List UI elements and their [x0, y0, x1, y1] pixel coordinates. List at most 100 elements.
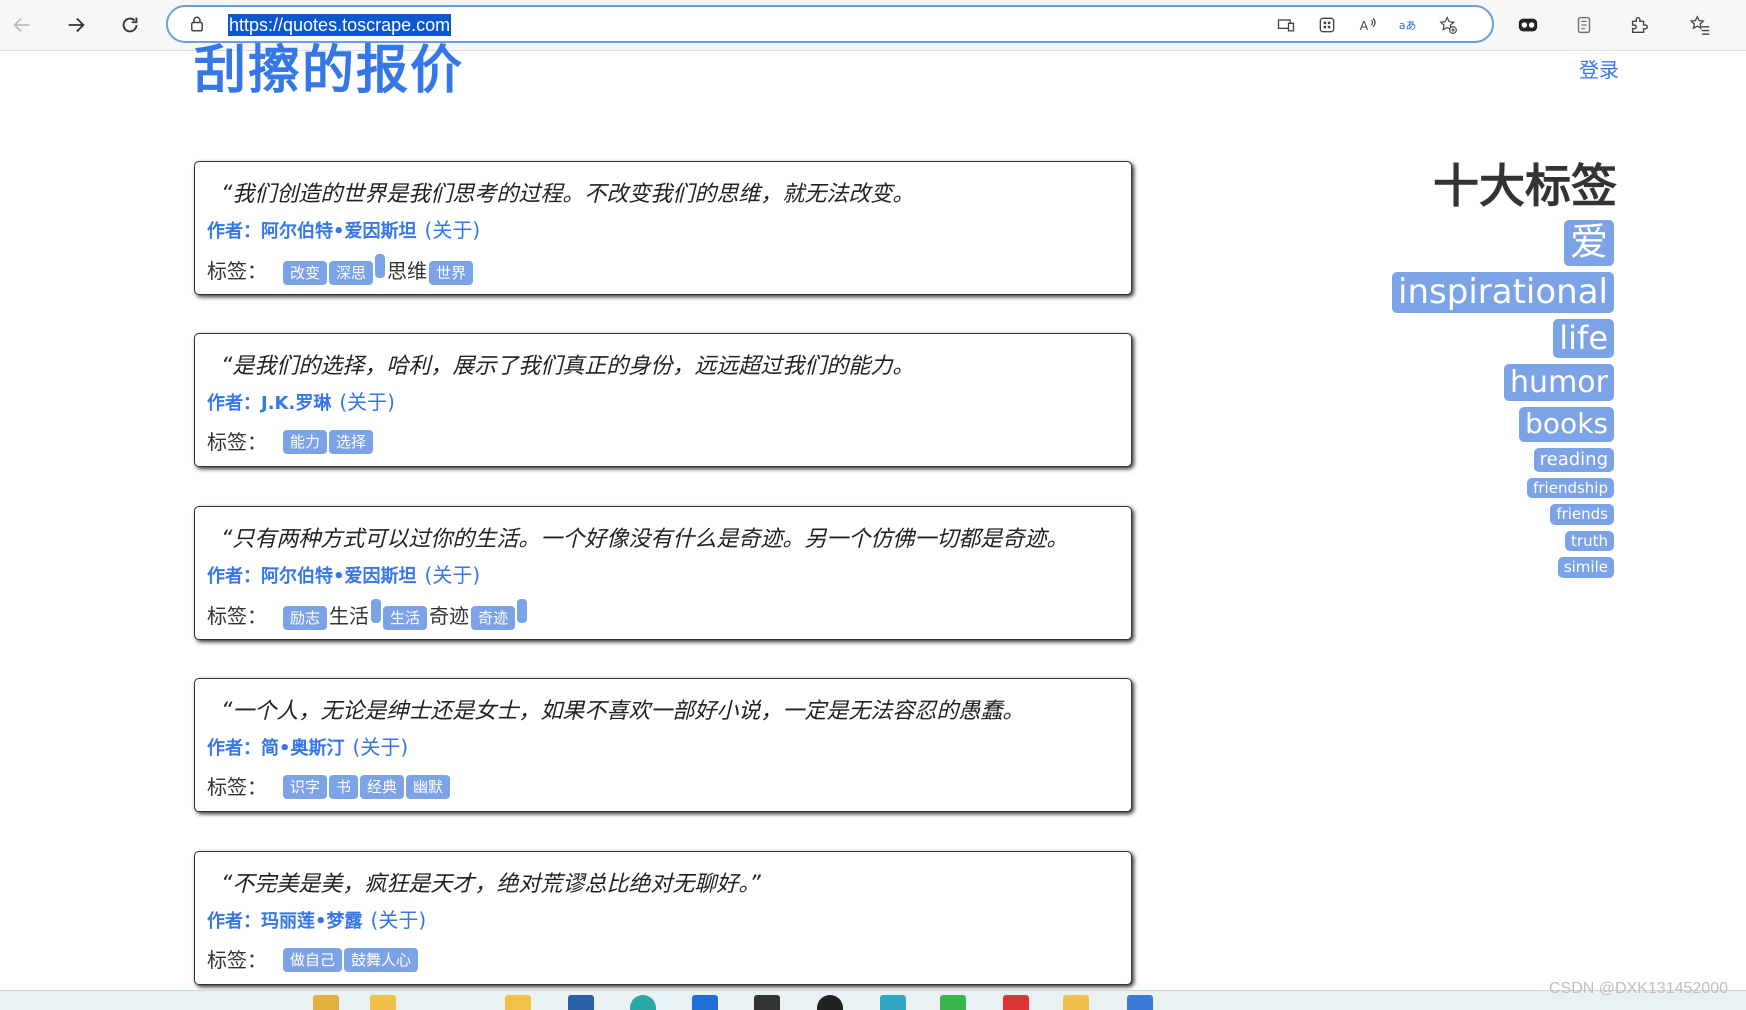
tags-line: 标签： 改变 深思 思维 世界	[207, 254, 475, 285]
top-tag-link[interactable]: friendship	[1527, 477, 1614, 499]
tag-text: 思维	[387, 259, 428, 283]
author-prefix: 作者：	[207, 221, 261, 242]
top-tag-row: truth	[1314, 530, 1614, 558]
collections-icon[interactable]	[1570, 11, 1598, 39]
tag-chip[interactable]: 生活	[383, 606, 428, 630]
top-tag-link[interactable]: truth	[1565, 530, 1614, 552]
refresh-button[interactable]	[112, 7, 148, 43]
top-tag-row: 爱	[1314, 220, 1614, 272]
extension-mask-icon[interactable]	[1514, 11, 1542, 39]
github-icon[interactable]	[817, 995, 843, 1010]
tags-list: 改变 深思 思维 世界	[283, 254, 475, 285]
author-prefix: 作者：	[207, 566, 261, 587]
tag-chip[interactable]: 深思	[329, 261, 374, 285]
tag-chip[interactable]: 书	[329, 774, 359, 799]
quote-text: “我们创造的世界是我们思考的过程。不改变我们的思维，就无法改变。	[221, 182, 915, 207]
login-link[interactable]: 登录	[1579, 54, 1619, 83]
favorites-icon[interactable]	[1686, 11, 1714, 39]
top-tag-row: life	[1314, 319, 1614, 364]
tags-label: 标签：	[207, 948, 267, 972]
tags-label: 标签：	[207, 259, 267, 283]
author-line: 作者：玛丽莲•梦露 (关于)	[207, 904, 426, 933]
top-tag-link[interactable]: inspirational	[1392, 271, 1614, 314]
top-tag-link[interactable]: 爱	[1563, 220, 1614, 266]
taskbar-app-icon[interactable]	[692, 995, 718, 1010]
tag-chip[interactable]: 励志	[283, 606, 328, 630]
author-name: 玛丽莲•梦露	[261, 911, 363, 932]
taskbar-app-icon[interactable]	[370, 995, 396, 1010]
tag-chip[interactable]: 奇迹	[471, 606, 516, 630]
tag-chip[interactable]: 做自己	[283, 947, 343, 972]
extensions-puzzle-icon[interactable]	[1625, 11, 1653, 39]
about-link[interactable]: (关于)	[353, 735, 409, 759]
top-tag-row: friends	[1314, 504, 1614, 531]
about-link[interactable]: (关于)	[425, 563, 481, 587]
site-title[interactable]: 刮擦的报价	[194, 40, 464, 102]
read-aloud-icon[interactable]: A	[1356, 13, 1380, 37]
tags-line: 标签： 识字书经典 幽默	[207, 771, 452, 800]
top-tag-row: humor	[1314, 364, 1614, 407]
taskbar-app-icon[interactable]	[1063, 995, 1089, 1010]
pycharm-icon[interactable]	[940, 995, 966, 1010]
about-link[interactable]: (关于)	[371, 908, 427, 932]
about-link[interactable]: (关于)	[339, 390, 395, 414]
top-tag-link[interactable]: simile	[1557, 557, 1614, 578]
top-tag-row: books	[1314, 407, 1614, 448]
tags-line: 标签： 励志 生活 生活 奇迹 奇迹	[207, 599, 529, 630]
top-tag-link[interactable]: life	[1553, 319, 1614, 359]
address-bar[interactable]: https://quotes.toscrape.com A aあ	[166, 5, 1494, 43]
quote-card: “是我们的选择，哈利，展示了我们真正的身份，远远超过我们的能力。 作者：J.K.…	[194, 333, 1132, 467]
tag-chip[interactable]: 识字	[283, 774, 328, 799]
author-line: 作者：简•奥斯汀 (关于)	[207, 731, 408, 760]
taskbar-app-icon[interactable]	[568, 995, 594, 1010]
tag-chip[interactable]: 幽默	[406, 774, 451, 799]
forward-arrow-icon	[68, 17, 85, 33]
back-button[interactable]	[4, 7, 40, 43]
author-prefix: 作者：	[207, 911, 261, 932]
back-arrow-icon	[13, 17, 30, 33]
forward-button[interactable]	[58, 7, 94, 43]
url-text[interactable]: https://quotes.toscrape.com	[228, 14, 452, 36]
app-available-icon[interactable]	[1274, 13, 1298, 37]
taskbar-app-icon[interactable]	[1003, 995, 1029, 1010]
author-line: 作者：J.K.罗琳 (关于)	[207, 386, 395, 415]
top-tag-link[interactable]: friends	[1550, 504, 1614, 525]
terminal-icon[interactable]	[754, 995, 780, 1010]
folder-icon[interactable]	[505, 995, 531, 1010]
empty-tag-chip[interactable]	[371, 599, 382, 623]
top-tag-row: reading	[1314, 448, 1614, 478]
about-link[interactable]: (关于)	[425, 218, 481, 242]
tag-chip[interactable]: 能力	[283, 429, 328, 454]
lock-icon	[191, 16, 203, 32]
top-tag-link[interactable]: reading	[1533, 448, 1614, 472]
translate-icon[interactable]: aあ	[1396, 13, 1420, 37]
quote-card: “一个人，无论是绅士还是女士，如果不喜欢一部好小说，一定是无法容忍的愚蠢。 作者…	[194, 678, 1132, 812]
grid-apps-icon[interactable]	[1315, 13, 1339, 37]
tag-chip[interactable]: 经典	[360, 774, 405, 799]
svg-text:aあ: aあ	[1399, 19, 1416, 32]
tags-line: 标签： 做自己 鼓舞人心	[207, 944, 420, 973]
top-tag-link[interactable]: books	[1519, 407, 1614, 443]
taskbar-app-icon[interactable]	[880, 995, 906, 1010]
empty-tag-chip[interactable]	[517, 599, 528, 623]
svg-text:A: A	[1360, 18, 1369, 33]
quote-card: “我们创造的世界是我们思考的过程。不改变我们的思维，就无法改变。 作者：阿尔伯特…	[194, 161, 1132, 295]
tag-text: 生活	[329, 604, 370, 628]
tag-chip[interactable]: 选择	[329, 429, 374, 454]
taskbar-app-icon[interactable]	[313, 995, 339, 1010]
author-prefix: 作者：	[207, 393, 261, 414]
tag-chip[interactable]: 鼓舞人心	[344, 947, 419, 972]
empty-tag-chip[interactable]	[375, 254, 386, 278]
tag-text: 奇迹	[429, 604, 470, 628]
quote-card: “只有两种方式可以过你的生活。一个好像没有什么是奇迹。另一个仿佛一切都是奇迹。 …	[194, 506, 1132, 640]
tag-chip[interactable]: 世界	[429, 261, 474, 285]
top-tag-link[interactable]: humor	[1504, 364, 1614, 402]
tags-label: 标签：	[207, 430, 267, 454]
quote-text: “一个人，无论是绅士还是女士，如果不喜欢一部好小说，一定是无法容忍的愚蠢。	[221, 699, 1025, 724]
watermark: CSDN @DXK131452000	[1548, 980, 1728, 997]
taskbar-app-icon[interactable]	[1127, 995, 1153, 1010]
add-favorite-icon[interactable]	[1436, 13, 1460, 37]
tag-chip[interactable]: 改变	[283, 261, 328, 285]
edge-browser-icon[interactable]	[630, 995, 656, 1010]
tags-list: 能力 选择	[283, 428, 375, 454]
